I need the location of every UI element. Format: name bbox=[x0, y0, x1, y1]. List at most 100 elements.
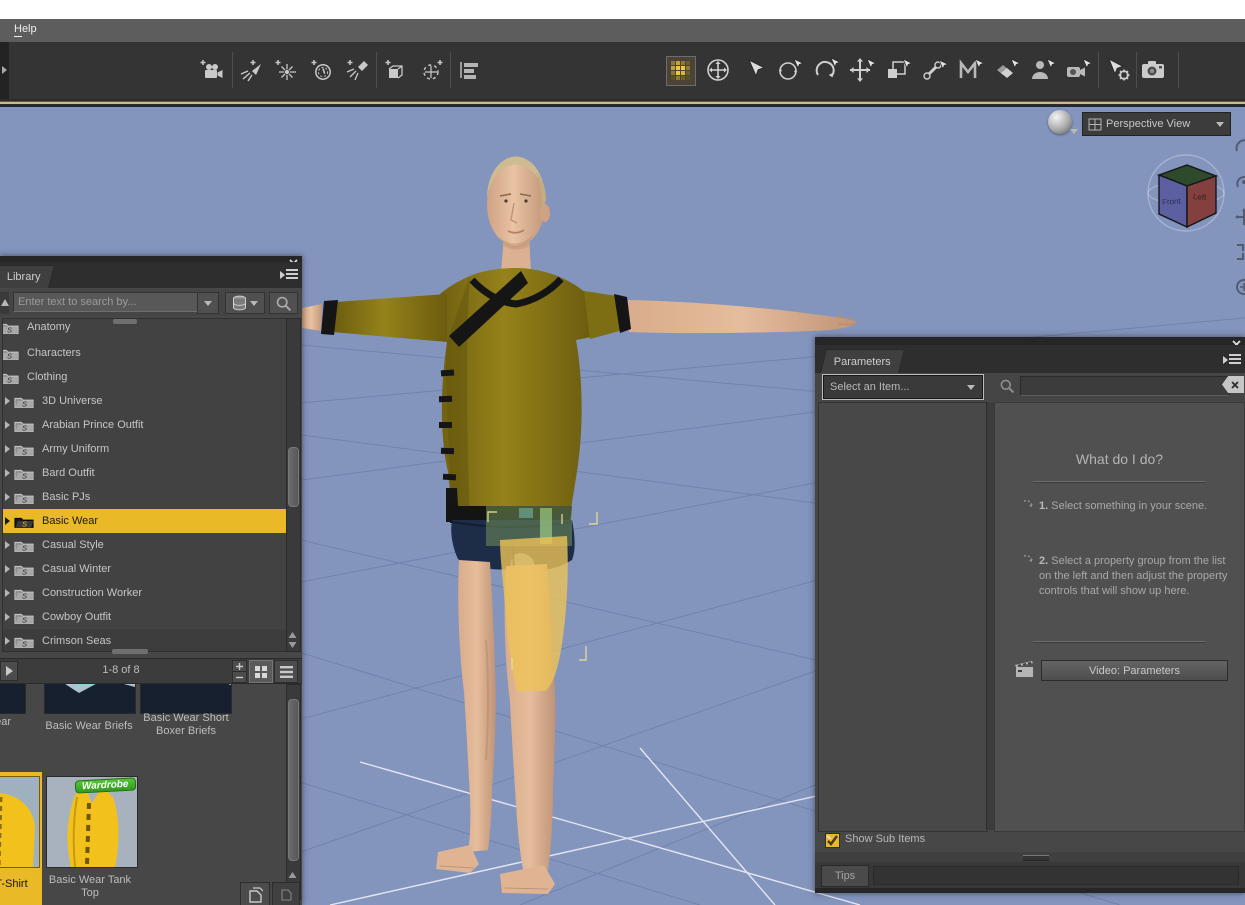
parameters-tab[interactable]: Parameters bbox=[820, 349, 905, 373]
tree-vertical-scrollbar[interactable] bbox=[286, 318, 301, 652]
tree-item-construction-worker[interactable]: S Construction Worker bbox=[3, 581, 287, 605]
expand-icon[interactable] bbox=[5, 637, 10, 645]
thumb-basic-wear-short-boxer-briefs[interactable] bbox=[140, 684, 232, 714]
library-search-input[interactable] bbox=[13, 292, 206, 312]
edge-dolly-icon[interactable] bbox=[1234, 242, 1245, 262]
surface-selection-button[interactable] bbox=[992, 56, 1020, 84]
thumbs-vertical-scrollbar[interactable] bbox=[286, 684, 301, 900]
tree-item-army-uniform[interactable]: S Army Uniform bbox=[3, 437, 287, 461]
toolbar-separator bbox=[1098, 52, 1099, 88]
search-go-button[interactable] bbox=[269, 292, 298, 314]
tree-item-basic-wear-selected[interactable]: S Basic Wear bbox=[3, 509, 287, 533]
thumb-basic-wear-tshirt-selected[interactable]: Wardrobe Basic Wear T-Shirt bbox=[0, 772, 42, 905]
geometry-editor-button[interactable] bbox=[956, 56, 984, 84]
collapse-icon[interactable] bbox=[0, 292, 9, 314]
tree-item-cowboy-outfit[interactable]: S Cowboy Outfit bbox=[3, 605, 287, 629]
tool-settings-button[interactable] bbox=[1104, 56, 1132, 84]
toolbar-overflow-button[interactable] bbox=[0, 42, 9, 99]
render-camera-icon bbox=[1142, 61, 1164, 78]
library-pager-bar: 1-8 of 8 bbox=[0, 658, 302, 684]
expand-icon[interactable] bbox=[5, 517, 10, 525]
list-view-button[interactable] bbox=[274, 660, 298, 683]
tree-item-characters[interactable]: S Characters bbox=[3, 341, 287, 365]
figure-selection-button[interactable] bbox=[1028, 56, 1056, 84]
edge-frame-icon[interactable] bbox=[1234, 277, 1245, 297]
view-cube[interactable]: Front Left bbox=[1140, 147, 1235, 242]
joint-editor-button[interactable] bbox=[920, 56, 948, 84]
edge-pan-icon[interactable] bbox=[1234, 207, 1245, 227]
tree-item-3d-universe[interactable]: S 3D Universe bbox=[3, 389, 287, 413]
expand-icon[interactable] bbox=[5, 397, 10, 405]
help-menu[interactable]: Help bbox=[14, 23, 37, 35]
tree-item-casual-winter[interactable]: S Casual Winter bbox=[3, 557, 287, 581]
expand-icon[interactable] bbox=[5, 589, 10, 597]
new-spotlight-button[interactable] bbox=[238, 56, 266, 84]
new-point-light-button[interactable] bbox=[272, 56, 300, 84]
tree-item-anatomy[interactable]: S Anatomy bbox=[3, 319, 287, 339]
thumb-basic-wear-tank-top[interactable]: Wardrobe Basic Wear Tank Top bbox=[44, 772, 138, 905]
video-parameters-button[interactable]: Video: Parameters bbox=[1041, 660, 1228, 681]
bone-icon bbox=[923, 59, 947, 80]
help-title: What do I do? bbox=[1075, 451, 1164, 467]
new-null-button[interactable] bbox=[418, 56, 446, 84]
new-camera-button[interactable] bbox=[198, 56, 226, 84]
thumb-basic-wear-briefs[interactable] bbox=[44, 684, 136, 714]
property-group-list[interactable] bbox=[818, 402, 988, 832]
database-filter-button[interactable] bbox=[225, 292, 265, 314]
expand-icon[interactable] bbox=[5, 565, 10, 573]
draw-style-sphere-button[interactable] bbox=[1048, 110, 1072, 134]
edge-orbit-icon[interactable] bbox=[1234, 172, 1245, 192]
tree-scroll-thumb[interactable] bbox=[288, 447, 299, 507]
search-history-button[interactable] bbox=[197, 292, 219, 314]
figure-genesis-male[interactable] bbox=[302, 156, 857, 894]
rotate-tool-button[interactable] bbox=[776, 56, 804, 84]
edge-rotate-icon[interactable] bbox=[1234, 137, 1245, 157]
expand-icon[interactable] bbox=[5, 613, 10, 621]
expand-icon[interactable] bbox=[5, 421, 10, 429]
new-file-button[interactable] bbox=[240, 882, 270, 905]
expand-icon[interactable] bbox=[5, 541, 10, 549]
pan-view-button[interactable] bbox=[704, 56, 732, 84]
item-selector-dropdown[interactable]: Select an Item... bbox=[822, 374, 984, 400]
tree-hscroll-bottom-thumb[interactable] bbox=[112, 649, 148, 654]
view-selector-dropdown[interactable]: Perspective View bbox=[1082, 112, 1231, 136]
expand-icon[interactable] bbox=[5, 445, 10, 453]
search-icon bbox=[276, 296, 292, 311]
parameters-search-input[interactable] bbox=[1020, 376, 1230, 396]
twist-tool-button[interactable] bbox=[812, 56, 840, 84]
thumb-basic-wear-boxers[interactable] bbox=[0, 684, 26, 714]
parameters-options-button[interactable] bbox=[1223, 353, 1241, 366]
tree-item-bard-outfit[interactable]: S Bard Outfit bbox=[3, 461, 287, 485]
svg-text:S: S bbox=[22, 399, 27, 408]
render-button[interactable] bbox=[1140, 56, 1168, 84]
grid-view-button[interactable] bbox=[249, 660, 273, 683]
page-options-button[interactable] bbox=[272, 882, 300, 905]
scale-tool-button[interactable] bbox=[884, 56, 912, 84]
expand-icon[interactable] bbox=[5, 493, 10, 501]
show-sub-items-checkbox[interactable] bbox=[825, 833, 840, 848]
scene-list-button[interactable] bbox=[455, 56, 483, 84]
tree-item-clothing[interactable]: S Clothing bbox=[3, 365, 287, 389]
node-selection-button[interactable] bbox=[740, 56, 768, 84]
new-linear-point-light-button[interactable] bbox=[344, 56, 372, 84]
camera-selection-button[interactable] bbox=[1064, 56, 1092, 84]
new-distant-light-button[interactable] bbox=[308, 56, 336, 84]
thumbs-scroll-thumb[interactable] bbox=[288, 699, 299, 861]
help-menu-accel-underline bbox=[14, 36, 22, 37]
expand-icon[interactable] bbox=[5, 469, 10, 477]
zoom-out-thumbs-button[interactable] bbox=[232, 671, 247, 683]
camera-select-icon bbox=[1067, 58, 1091, 77]
scroll-arrows-icon[interactable] bbox=[287, 631, 298, 649]
new-primitive-button[interactable] bbox=[382, 56, 410, 84]
tree-item-arabian-prince-outfit[interactable]: S Arabian Prince Outfit bbox=[3, 413, 287, 437]
library-options-button[interactable] bbox=[280, 268, 298, 281]
tree-item-casual-style[interactable]: S Casual Style bbox=[3, 533, 287, 557]
parameters-horizontal-splitter[interactable] bbox=[815, 852, 1245, 862]
tips-tab[interactable]: Tips bbox=[821, 865, 869, 887]
divider bbox=[1033, 641, 1205, 643]
aux-viewport-button[interactable] bbox=[666, 56, 696, 86]
translate-tool-button[interactable] bbox=[848, 56, 876, 84]
draw-style-arrow-icon[interactable] bbox=[1070, 129, 1078, 134]
tree-item-basic-pjs[interactable]: S Basic PJs bbox=[3, 485, 287, 509]
library-tab[interactable]: Library bbox=[0, 265, 55, 288]
